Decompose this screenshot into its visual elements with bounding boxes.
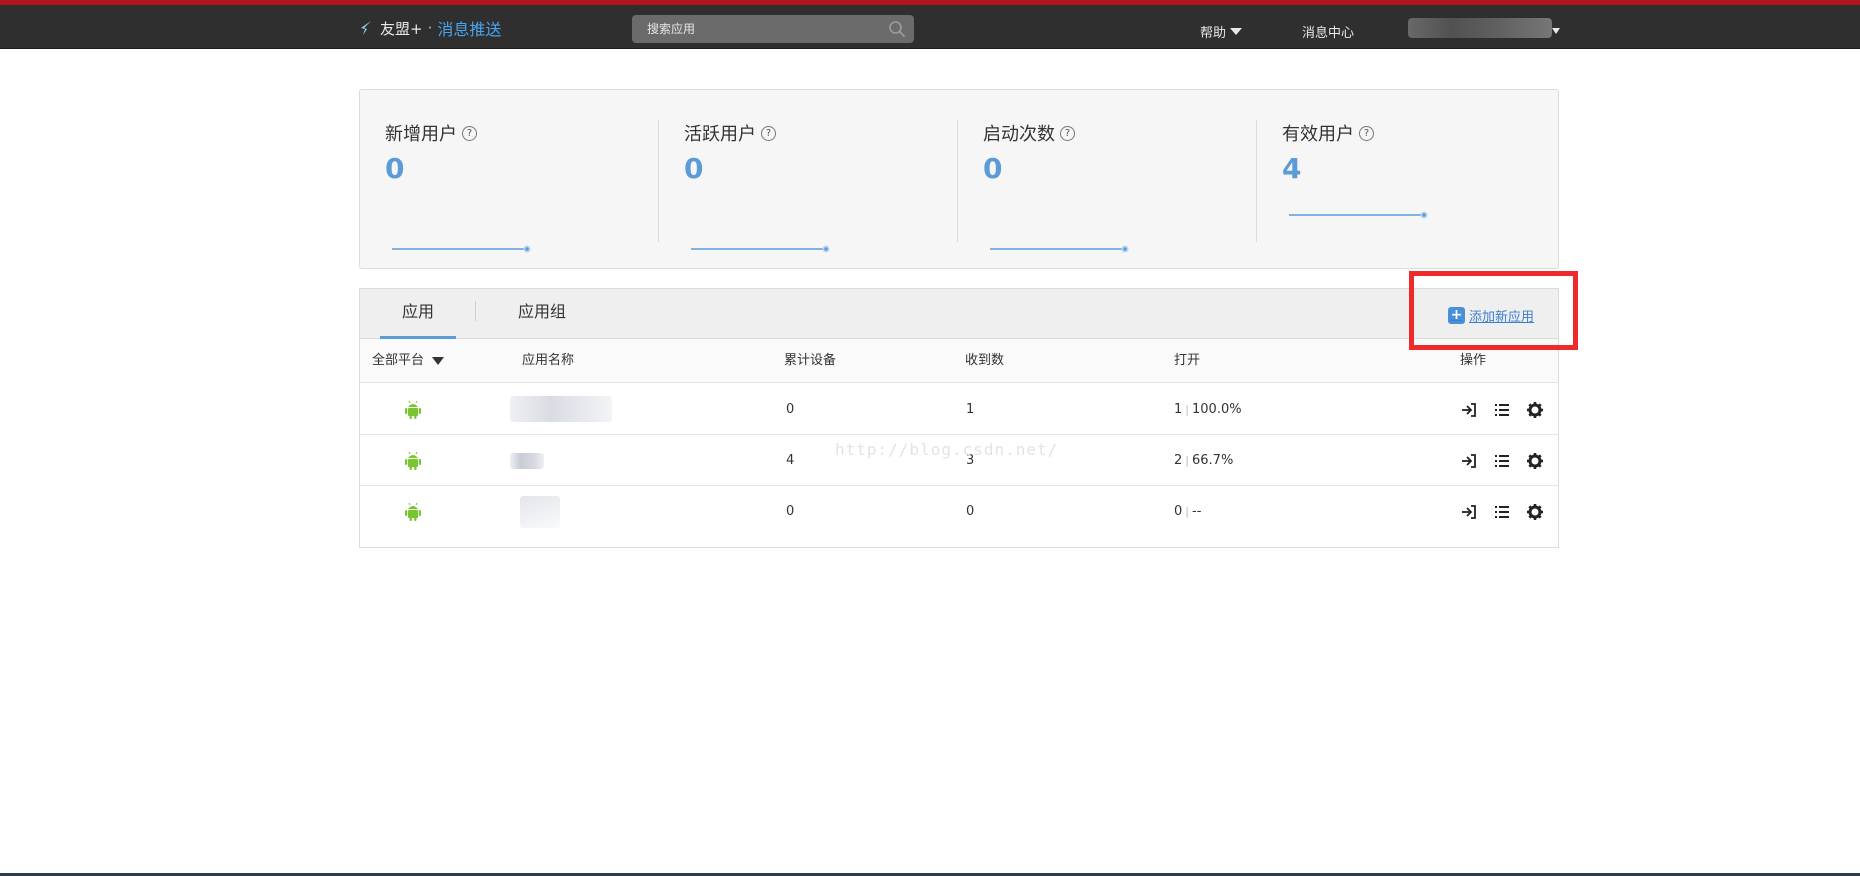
open-count: 0 <box>1174 504 1183 519</box>
tab-apps[interactable]: 应用 <box>380 289 456 339</box>
open-count: 1 <box>1174 402 1183 417</box>
user-account-blurred[interactable] <box>1408 18 1552 38</box>
sparkline-point <box>1422 213 1426 217</box>
app-search <box>632 15 914 43</box>
top-navbar: 友盟+ · 消息推送 帮助 消息中心 <box>0 5 1860 49</box>
open-rate: -- <box>1192 504 1202 519</box>
search-icon[interactable] <box>888 20 906 38</box>
enter-app-icon[interactable] <box>1460 452 1478 470</box>
divider <box>475 301 476 321</box>
umeng-logo-icon <box>361 21 371 35</box>
stat-valid-users: 有效用户? 4 <box>1257 90 1556 270</box>
stat-sparkline <box>1289 211 1428 219</box>
app-name-blurred[interactable] <box>510 453 544 469</box>
column-header-devices: 累计设备 <box>784 353 837 368</box>
stat-label: 活跃用户 <box>684 124 756 145</box>
list-icon[interactable] <box>1493 452 1511 470</box>
watermark-text: http://blog.csdn.net/ <box>835 440 1059 459</box>
stat-sparkline <box>392 245 531 253</box>
column-header-received: 收到数 <box>965 353 1005 368</box>
list-icon[interactable] <box>1493 401 1511 419</box>
android-icon <box>404 451 422 471</box>
received-cell: 1 <box>966 402 975 417</box>
brand-name: 友盟+ <box>380 19 423 38</box>
table-header: 全部平台 应用名称 累计设备 收到数 打开 操作 <box>360 339 1558 383</box>
gear-icon[interactable] <box>1526 503 1544 521</box>
platform-filter[interactable]: 全部平台 <box>372 339 445 383</box>
stat-sparkline <box>990 245 1129 253</box>
stat-active-users: 活跃用户? 0 <box>659 90 958 270</box>
row-actions <box>1460 452 1544 470</box>
stat-label: 启动次数 <box>983 124 1055 145</box>
tab-app-groups[interactable]: 应用组 <box>518 289 566 339</box>
help-question-icon[interactable]: ? <box>1060 125 1075 141</box>
product-name: 消息推送 <box>437 20 502 39</box>
devices-cell: 0 <box>786 402 795 417</box>
devices-cell: 0 <box>786 504 795 519</box>
app-name-blurred[interactable] <box>510 396 612 422</box>
platform-header-label: 全部平台 <box>372 353 425 368</box>
stat-new-users: 新增用户? 0 <box>360 90 659 270</box>
sparkline-point <box>525 247 529 251</box>
received-cell: 0 <box>966 504 975 519</box>
message-center-link[interactable]: 消息中心 <box>1302 22 1354 41</box>
enter-app-icon[interactable] <box>1460 503 1478 521</box>
open-cell: 2 | 66.7% <box>1174 453 1234 468</box>
chevron-down-icon <box>432 357 445 365</box>
column-header-open: 打开 <box>1174 353 1201 368</box>
row-actions <box>1460 401 1544 419</box>
brand-separator: · <box>427 19 433 37</box>
brand[interactable]: 友盟+ · 消息推送 <box>358 18 502 39</box>
help-menu[interactable]: 帮助 <box>1200 22 1243 41</box>
table-row: 0 0 0 | -- <box>360 486 1558 537</box>
open-cell: 0 | -- <box>1174 504 1202 519</box>
devices-cell: 4 <box>786 453 795 468</box>
app-name-blurred[interactable] <box>520 496 560 528</box>
column-header-name: 应用名称 <box>522 353 575 368</box>
row-actions <box>1460 503 1544 521</box>
android-icon <box>404 502 422 522</box>
help-question-icon[interactable]: ? <box>761 125 776 141</box>
stat-sparkline <box>691 245 830 253</box>
sparkline-point <box>1123 247 1127 251</box>
gear-icon[interactable] <box>1526 452 1544 470</box>
gear-icon[interactable] <box>1526 401 1544 419</box>
android-icon <box>404 400 422 420</box>
open-rate: 100.0% <box>1192 402 1242 417</box>
table-row: 0 1 1 | 100.0% <box>360 384 1558 435</box>
chevron-down-icon[interactable] <box>1552 28 1560 34</box>
stat-label: 新增用户 <box>385 124 457 145</box>
open-count: 2 <box>1174 453 1183 468</box>
sparkline-point <box>824 247 828 251</box>
search-input[interactable] <box>632 15 862 43</box>
apps-panel: 应用 应用组 + 添加新应用 全部平台 应用名称 累计设备 收到数 打开 操作 … <box>359 288 1559 548</box>
list-icon[interactable] <box>1493 503 1511 521</box>
help-label: 帮助 <box>1200 26 1227 41</box>
help-question-icon[interactable]: ? <box>462 125 477 141</box>
help-question-icon[interactable]: ? <box>1359 125 1374 141</box>
stat-launches: 启动次数? 0 <box>958 90 1257 270</box>
enter-app-icon[interactable] <box>1460 401 1478 419</box>
chevron-down-icon <box>1230 28 1243 35</box>
open-rate: 66.7% <box>1192 453 1234 468</box>
stats-panel: 新增用户? 0 活跃用户? 0 启动次数? 0 有效用户? 4 <box>359 89 1559 269</box>
stat-label: 有效用户 <box>1282 124 1354 145</box>
tab-bar: 应用 应用组 + 添加新应用 <box>360 289 1558 339</box>
highlight-annotation-box <box>1409 271 1578 350</box>
open-cell: 1 | 100.0% <box>1174 402 1242 417</box>
